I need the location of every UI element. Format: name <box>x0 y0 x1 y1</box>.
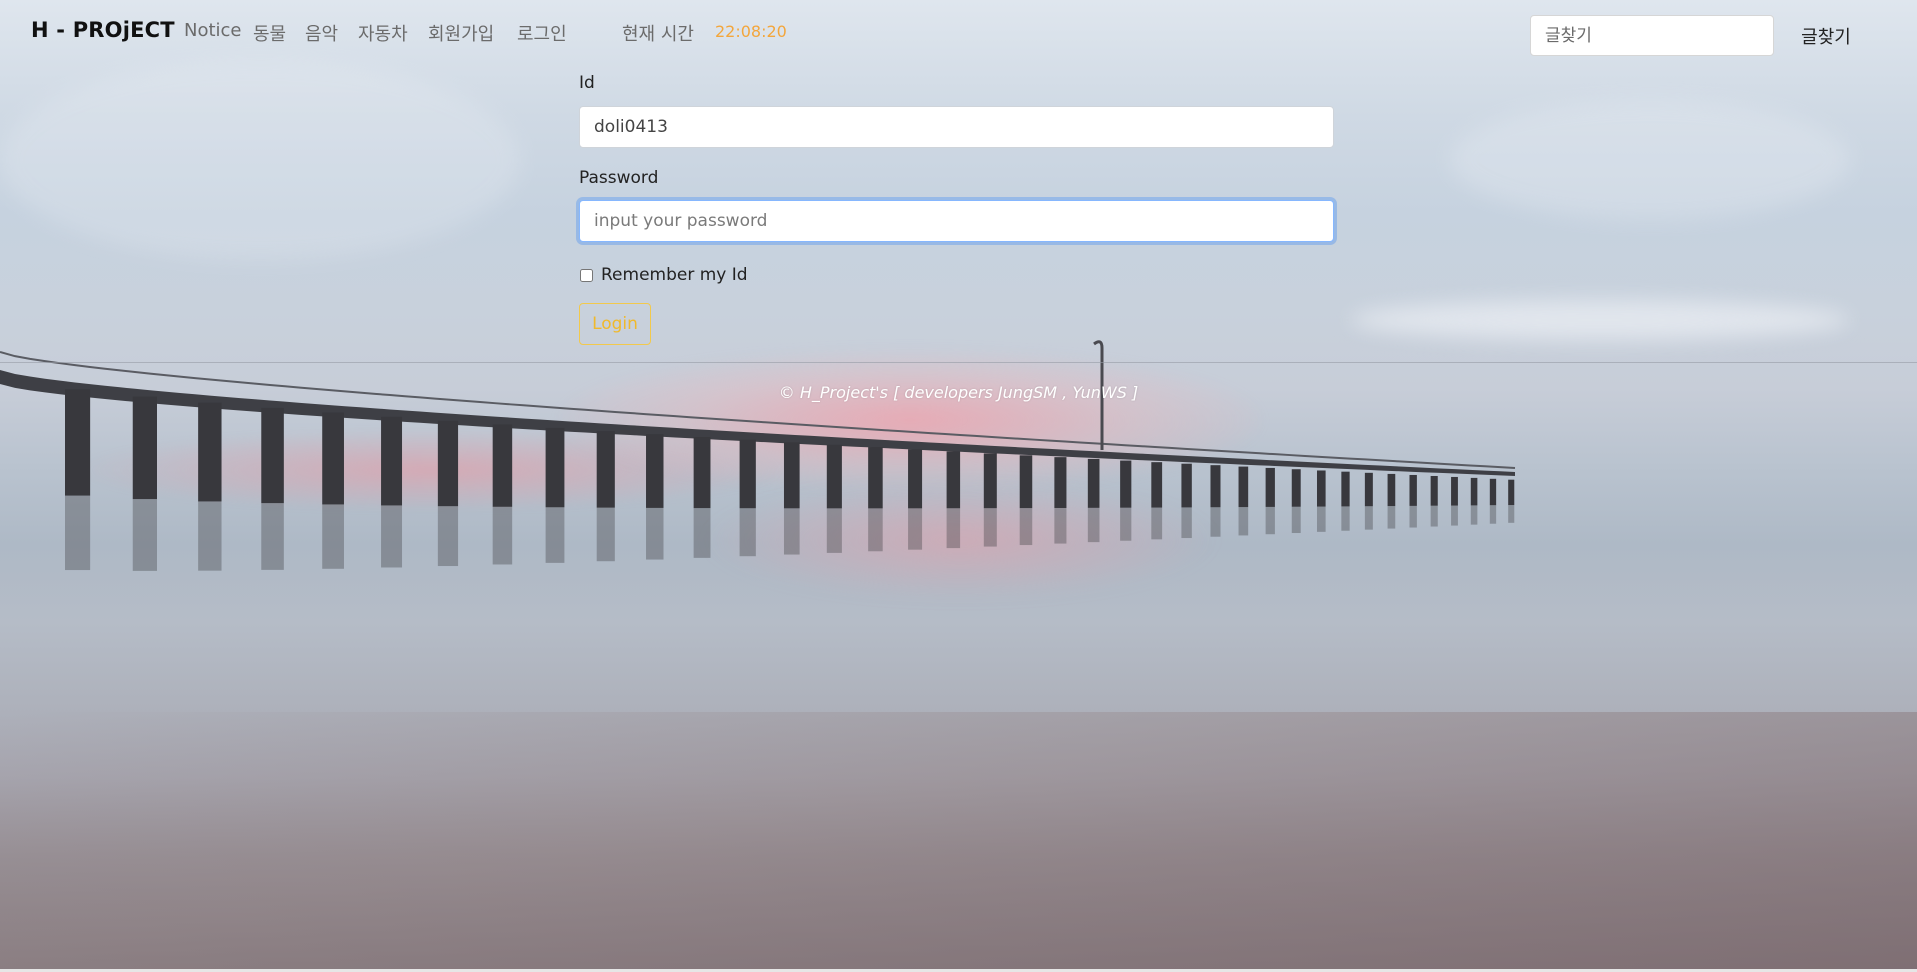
brand-logo[interactable]: H - PROjECT <box>31 18 175 42</box>
remember-checkbox[interactable] <box>580 268 593 282</box>
remember-label[interactable]: Remember my Id <box>601 265 748 285</box>
nav-link-music[interactable]: 음악 <box>305 20 338 46</box>
login-button[interactable]: Login <box>579 303 651 345</box>
page: H - PROjECT Notice 동물 음악 자동차 회원가입 로그인 현재… <box>0 0 1917 972</box>
id-label: Id <box>579 73 595 93</box>
navbar: H - PROjECT Notice 동물 음악 자동차 회원가입 로그인 현재… <box>0 0 1917 64</box>
nav-link-notice[interactable]: Notice <box>184 20 242 41</box>
divider <box>0 362 1917 363</box>
clock-value: 22:08:20 <box>715 22 787 41</box>
password-label: Password <box>579 168 659 188</box>
nav-link-cars[interactable]: 자동차 <box>358 20 408 46</box>
search-button[interactable]: 글찾기 <box>1790 15 1862 56</box>
clock-label: 현재 시간 <box>622 24 694 45</box>
footer-credits: © H_Project's [ developers JungSM , YunW… <box>778 383 1139 402</box>
nav-link-login[interactable]: 로그인 <box>517 20 567 46</box>
remember-row: Remember my Id <box>579 263 748 287</box>
password-field[interactable] <box>579 200 1334 242</box>
search-input[interactable] <box>1530 15 1774 56</box>
nav-link-signup[interactable]: 회원가입 <box>428 20 494 46</box>
nav-link-animals[interactable]: 동물 <box>253 20 286 46</box>
id-field[interactable] <box>579 106 1334 148</box>
